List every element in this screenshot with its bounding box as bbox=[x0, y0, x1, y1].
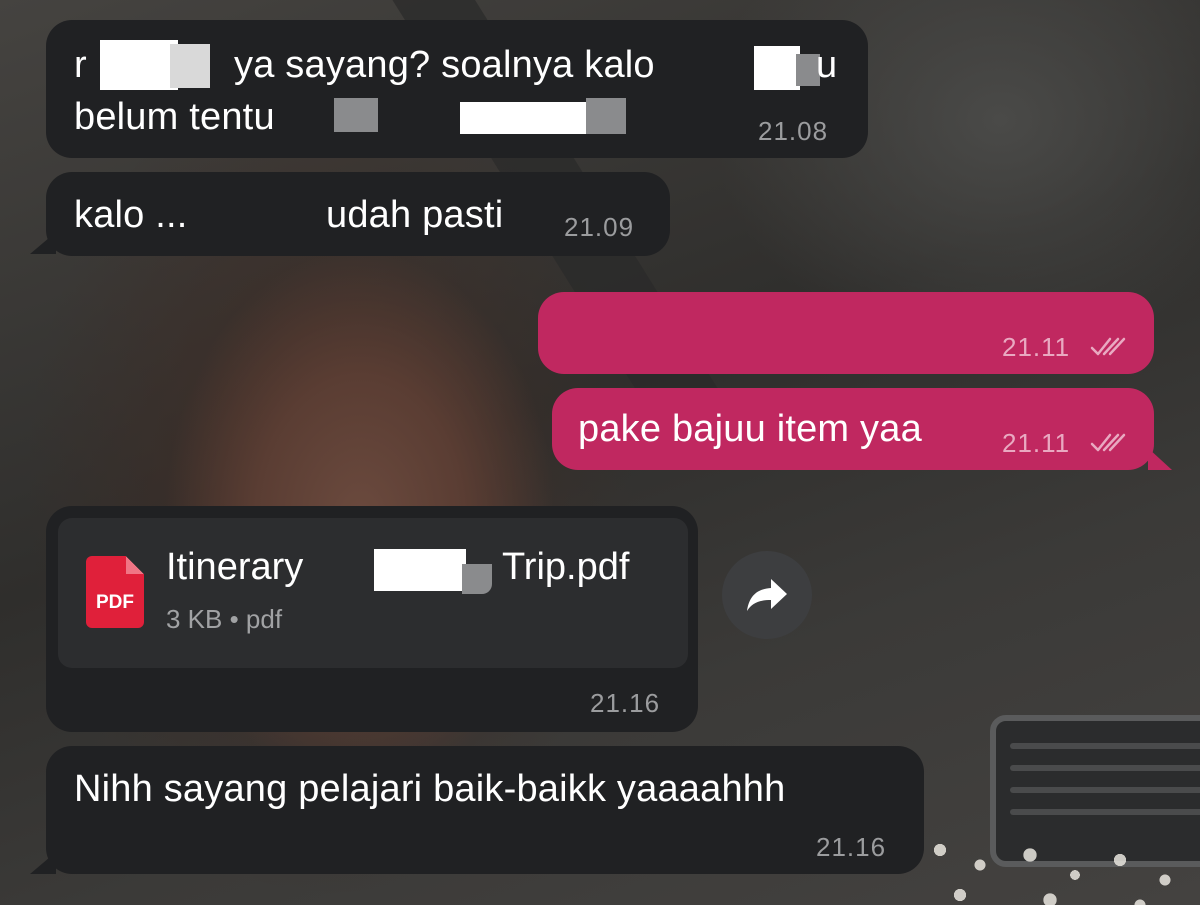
redaction-block bbox=[462, 564, 492, 594]
message-timestamp: 21.16 bbox=[590, 688, 661, 718]
message-text: pake bajuu item yaa bbox=[578, 408, 922, 450]
redaction-block bbox=[460, 102, 600, 134]
file-meta: 3 KB • pdf bbox=[166, 604, 283, 634]
message-bubble-outgoing[interactable]: pake bajuu item yaa 21.11 bbox=[552, 388, 1154, 470]
file-name: Trip.pdf bbox=[502, 546, 630, 588]
message-bubble-outgoing[interactable]: 21.11 bbox=[538, 292, 1154, 374]
file-name: Itinerary bbox=[166, 546, 304, 588]
redaction-block bbox=[170, 44, 210, 88]
file-attachment[interactable]: PDF Itinerary Trip.pdf 3 KB • pdf bbox=[58, 518, 688, 668]
double-check-icon bbox=[1090, 337, 1126, 356]
message-text: ya sayang? soalnya kalo bbox=[234, 44, 655, 86]
message-text: r bbox=[74, 44, 87, 86]
redaction-block bbox=[374, 549, 466, 591]
message-text: udah pasti bbox=[326, 194, 504, 236]
message-text: kalo ... bbox=[74, 194, 188, 236]
message-bubble-incoming[interactable]: Nihh sayang pelajari baik-baikk yaaaahhh… bbox=[46, 746, 924, 874]
forward-arrow-icon bbox=[747, 579, 787, 611]
message-bubble-incoming[interactable]: kalo ... udah pasti 21.09 bbox=[46, 172, 670, 256]
message-timestamp: 21.11 bbox=[1002, 332, 1071, 362]
bubble-tail bbox=[30, 852, 56, 874]
redaction-block bbox=[586, 98, 626, 134]
pdf-file-icon: PDF bbox=[86, 556, 144, 628]
flowers-decor bbox=[900, 820, 1200, 905]
pdf-icon-label: PDF bbox=[96, 592, 134, 613]
message-timestamp: 21.09 bbox=[564, 212, 635, 242]
message-timestamp: 21.16 bbox=[816, 832, 887, 862]
message-timestamp: 21.11 bbox=[1002, 428, 1071, 458]
message-bubble-incoming[interactable]: r ya sayang? soalnya kalo u belum tentu … bbox=[46, 20, 868, 158]
message-text: Nihh sayang pelajari baik-baikk yaaaahhh bbox=[74, 768, 786, 810]
bubble-tail bbox=[1148, 448, 1172, 470]
bubble-tail bbox=[30, 232, 56, 254]
redaction-block bbox=[100, 40, 178, 90]
double-check-icon bbox=[1090, 433, 1126, 452]
message-text: belum tentu bbox=[74, 96, 275, 138]
message-timestamp: 21.08 bbox=[758, 116, 829, 146]
forward-button[interactable] bbox=[722, 551, 812, 639]
redaction-block bbox=[754, 46, 800, 90]
message-text: u bbox=[816, 44, 838, 86]
redaction-block bbox=[334, 98, 378, 132]
